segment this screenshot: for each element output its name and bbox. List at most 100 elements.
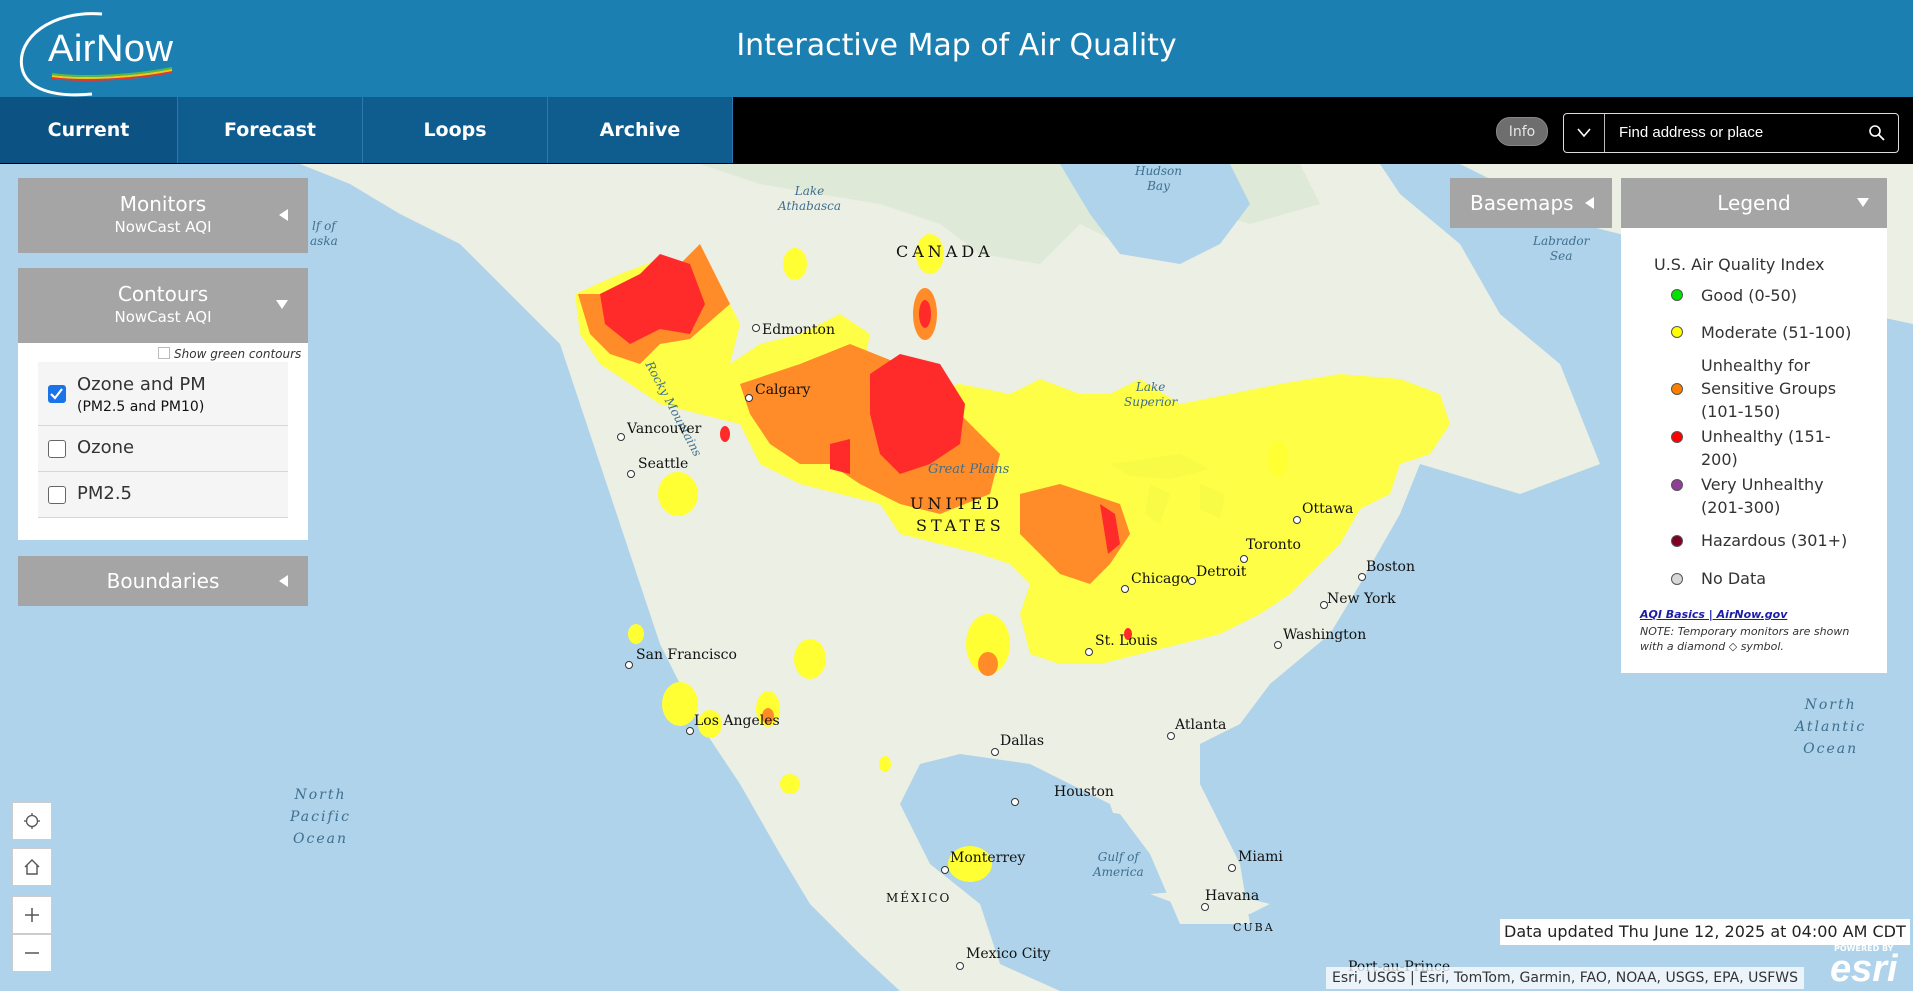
search-source-dropdown[interactable] (1564, 114, 1605, 152)
city-label-havana: Havana (1205, 888, 1260, 904)
city-label-ottawa: Ottawa (1302, 501, 1354, 517)
map-label-canada: CANADA (896, 242, 994, 261)
contours-panel-header[interactable]: Contours NowCast AQI (18, 268, 308, 343)
legend-label: Unhealthy (151-200) (1701, 427, 1831, 469)
search-icon[interactable] (1868, 124, 1886, 142)
search-input[interactable]: Find address or place (1619, 124, 1763, 141)
collapse-left-icon (1585, 197, 1594, 209)
map-label-mexico: MÉXICO (886, 891, 952, 905)
locate-button[interactable] (12, 802, 52, 840)
boundaries-panel-header[interactable]: Boundaries (18, 556, 308, 606)
ozone-checkbox[interactable] (48, 440, 66, 458)
legend-label: Good (0-50) (1701, 286, 1798, 305)
city-marker (627, 470, 635, 478)
option-pm25[interactable]: PM2.5 (38, 472, 288, 518)
option-sublabel: (PM2.5 and PM10) (77, 399, 205, 415)
hazardous-color-swatch (1671, 535, 1683, 547)
expand-down-icon (276, 300, 288, 309)
map-label-usa-1: UNITED (910, 494, 1003, 513)
contours-panel-body: Show green contours Ozone and PM (PM2.5 … (18, 343, 308, 540)
checkmark-icon (50, 388, 63, 400)
map-label-hudson-bay: Hudson Bay (1135, 164, 1182, 193)
minus-icon (25, 952, 39, 954)
app-header: AirNow Interactive Map of Air Quality (0, 0, 1913, 97)
city-marker (625, 661, 633, 669)
city-marker (1201, 903, 1209, 911)
map-label-cuba: CUBA (1233, 921, 1275, 934)
legend-label: Very Unhealthy (201-300) (1701, 475, 1824, 517)
map-label-north-atlantic: North Atlantic Ocean (1795, 697, 1867, 757)
tab-current[interactable]: Current (0, 97, 178, 163)
option-ozone-and-pm[interactable]: Ozone and PM (PM2.5 and PM10) (38, 362, 288, 426)
legend-label: Moderate (51-100) (1701, 323, 1852, 342)
monitors-title: Monitors (119, 192, 207, 216)
option-ozone[interactable]: Ozone (38, 426, 288, 472)
pm25-checkbox[interactable] (48, 486, 66, 504)
city-marker (1011, 798, 1019, 806)
option-label: Ozone (77, 437, 135, 458)
city-marker (1188, 577, 1196, 585)
show-green-contours-option[interactable]: Show green contours (158, 347, 301, 361)
collapse-left-icon (279, 575, 288, 587)
city-label-st-louis: St. Louis (1095, 633, 1158, 649)
city-label-washington: Washington (1283, 627, 1367, 643)
city-label-atlanta: Atlanta (1175, 717, 1227, 733)
show-green-label: Show green contours (174, 347, 302, 361)
zoom-in-button[interactable] (12, 896, 52, 934)
usg-color-swatch (1671, 383, 1683, 395)
basemaps-title: Basemaps (1470, 191, 1574, 215)
page-title: Interactive Map of Air Quality (736, 28, 1177, 63)
show-green-checkbox[interactable] (158, 347, 170, 359)
legend-label: No Data (1701, 569, 1767, 588)
city-label-new-york: New York (1327, 591, 1396, 607)
city-label-boston: Boston (1366, 559, 1415, 575)
city-marker (1085, 648, 1093, 656)
legend-title: Legend (1717, 191, 1791, 215)
city-marker (1228, 864, 1236, 872)
home-button[interactable] (12, 848, 52, 886)
unhealthy-color-swatch (1671, 431, 1683, 443)
contours-subtitle: NowCast AQI (114, 308, 212, 326)
map-label-north-pacific: North Pacific Ocean (290, 787, 351, 847)
city-label-mexico-city: Mexico City (966, 946, 1051, 962)
collapse-left-icon (279, 209, 288, 221)
monitors-panel-header[interactable]: Monitors NowCast AQI (18, 178, 308, 253)
city-marker (686, 727, 694, 735)
city-marker (991, 748, 999, 756)
basemaps-panel-header[interactable]: Basemaps (1450, 178, 1612, 228)
city-marker (745, 394, 753, 402)
esri-logo-text: esri (1830, 948, 1898, 990)
plus-icon (25, 908, 39, 922)
tab-loops[interactable]: Loops (363, 97, 548, 163)
info-button[interactable]: Info (1496, 117, 1548, 146)
city-label-san-francisco: San Francisco (636, 647, 737, 663)
aqi-basics-link[interactable]: AQI Basics | AirNow.gov (1640, 608, 1787, 621)
city-marker (1167, 732, 1175, 740)
zoom-out-button[interactable] (12, 934, 52, 972)
chevron-down-icon (1577, 128, 1591, 138)
city-label-toronto: Toronto (1246, 537, 1301, 553)
city-label-chicago: Chicago (1131, 571, 1189, 587)
data-updated-timestamp: Data updated Thu June 12, 2025 at 04:00 … (1500, 919, 1910, 945)
tab-archive[interactable]: Archive (548, 97, 733, 163)
city-marker (1274, 641, 1282, 649)
legend-panel-header[interactable]: Legend (1621, 178, 1887, 228)
good-color-swatch (1671, 289, 1683, 301)
no-data-color-swatch (1671, 573, 1683, 585)
ozone-and-pm-checkbox[interactable] (48, 385, 66, 403)
city-marker (1121, 585, 1129, 593)
map-label-great-plains: Great Plains (928, 462, 1010, 477)
city-marker (1358, 573, 1366, 581)
city-marker (1240, 555, 1248, 563)
legend-label: Hazardous (301+) (1701, 531, 1848, 550)
locate-crosshair-icon (24, 813, 40, 829)
esri-logo[interactable]: POWERED BY esri (1826, 944, 1906, 990)
city-marker (617, 433, 625, 441)
moderate-color-swatch (1671, 326, 1683, 338)
map-label-gulf-of-alaska: lf of aska (310, 219, 338, 248)
city-marker (1293, 516, 1301, 524)
legend-note: NOTE: Temporary monitors are shown with … (1640, 625, 1850, 653)
option-label: Ozone and PM (77, 374, 206, 395)
tab-forecast[interactable]: Forecast (178, 97, 363, 163)
city-label-miami: Miami (1238, 849, 1283, 865)
